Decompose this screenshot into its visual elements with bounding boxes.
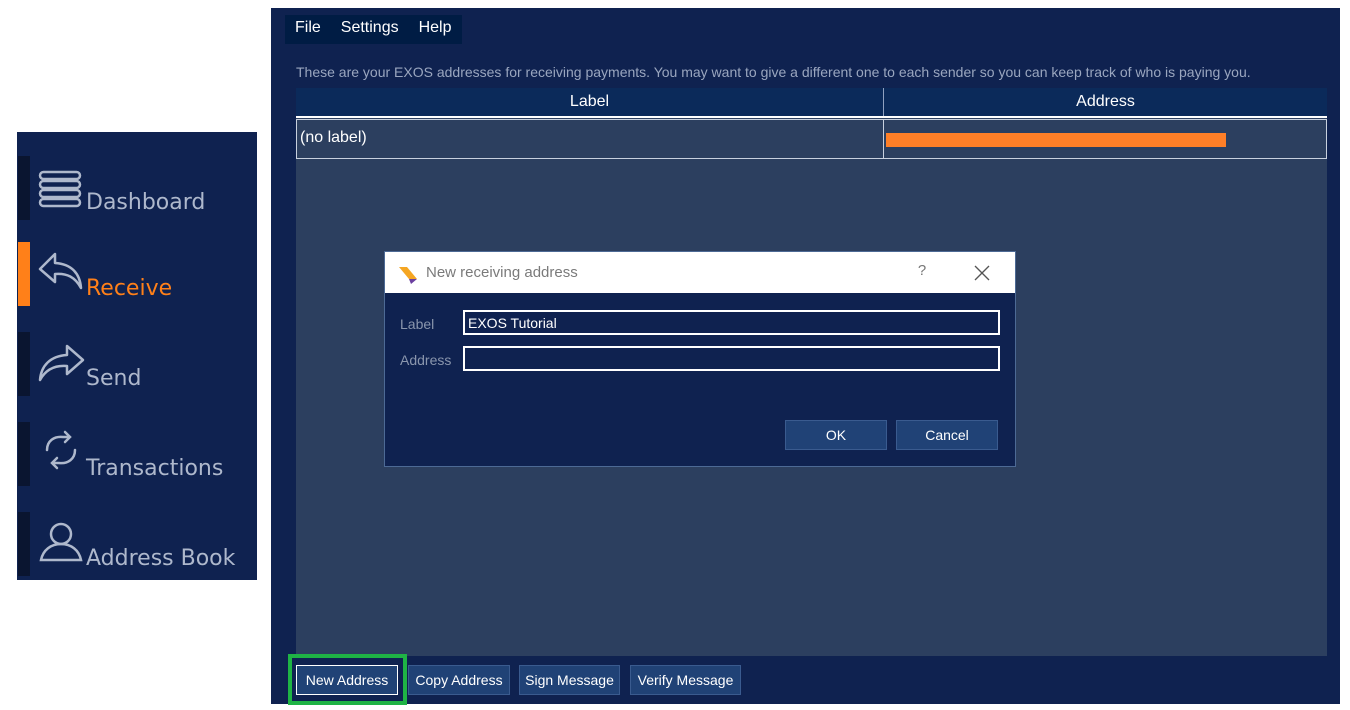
verify-message-button[interactable]: Verify Message [630,665,741,695]
info-text: These are your EXOS addresses for receiv… [296,64,1251,80]
send-arrow-icon [37,336,87,386]
sidebar-item-label: Transactions [86,456,224,481]
sidebar-marker-active [18,242,30,306]
dialog-title: New receiving address [426,264,578,281]
app-logo-icon [397,263,419,285]
table-row[interactable]: (no label) [296,119,1327,159]
cancel-button[interactable]: Cancel [896,420,998,450]
column-header-address[interactable]: Address [884,88,1327,116]
row-label-cell: (no label) [297,120,884,158]
transactions-cycle-icon [37,426,87,476]
sidebar-item-address-book[interactable]: Address Book [17,508,257,576]
address-redaction [886,133,1226,147]
sidebar-item-label: Address Book [86,546,236,571]
sidebar-marker [18,156,30,220]
sign-message-button[interactable]: Sign Message [519,665,620,695]
sidebar-marker [18,422,30,486]
copy-address-button[interactable]: Copy Address [408,665,510,695]
address-book-person-icon [37,516,87,566]
address-field-label: Address [400,352,452,368]
new-address-dialog: New receiving address ? Label Address OK… [384,251,1016,467]
sidebar-item-label: Receive [86,276,173,301]
menu-bar: File Settings Help [285,15,462,44]
new-address-button[interactable]: New Address [296,665,398,695]
address-input[interactable] [463,346,1000,371]
dashboard-icon [37,160,87,210]
sidebar-item-transactions[interactable]: Transactions [17,418,257,486]
row-address-cell [884,120,1326,158]
menu-help[interactable]: Help [409,15,462,44]
receive-arrow-icon [37,246,87,296]
sidebar-item-label: Dashboard [86,190,206,215]
column-header-label[interactable]: Label [296,88,884,116]
close-icon[interactable] [970,262,994,284]
dialog-titlebar[interactable]: New receiving address ? [385,252,1015,293]
label-field-label: Label [400,316,435,332]
menu-settings[interactable]: Settings [331,15,409,44]
sidebar: Dashboard Receive Send Transactions Addr… [17,132,257,580]
table-header: Label Address [296,88,1327,118]
sidebar-item-label: Send [86,366,142,391]
help-button[interactable]: ? [910,262,934,284]
sidebar-item-receive[interactable]: Receive [17,238,257,306]
sidebar-item-send[interactable]: Send [17,328,257,396]
sidebar-marker [18,512,30,576]
sidebar-item-dashboard[interactable]: Dashboard [17,152,257,220]
menu-file[interactable]: File [285,15,331,44]
ok-button[interactable]: OK [785,420,887,450]
label-input[interactable] [463,310,1000,335]
sidebar-marker [18,332,30,396]
